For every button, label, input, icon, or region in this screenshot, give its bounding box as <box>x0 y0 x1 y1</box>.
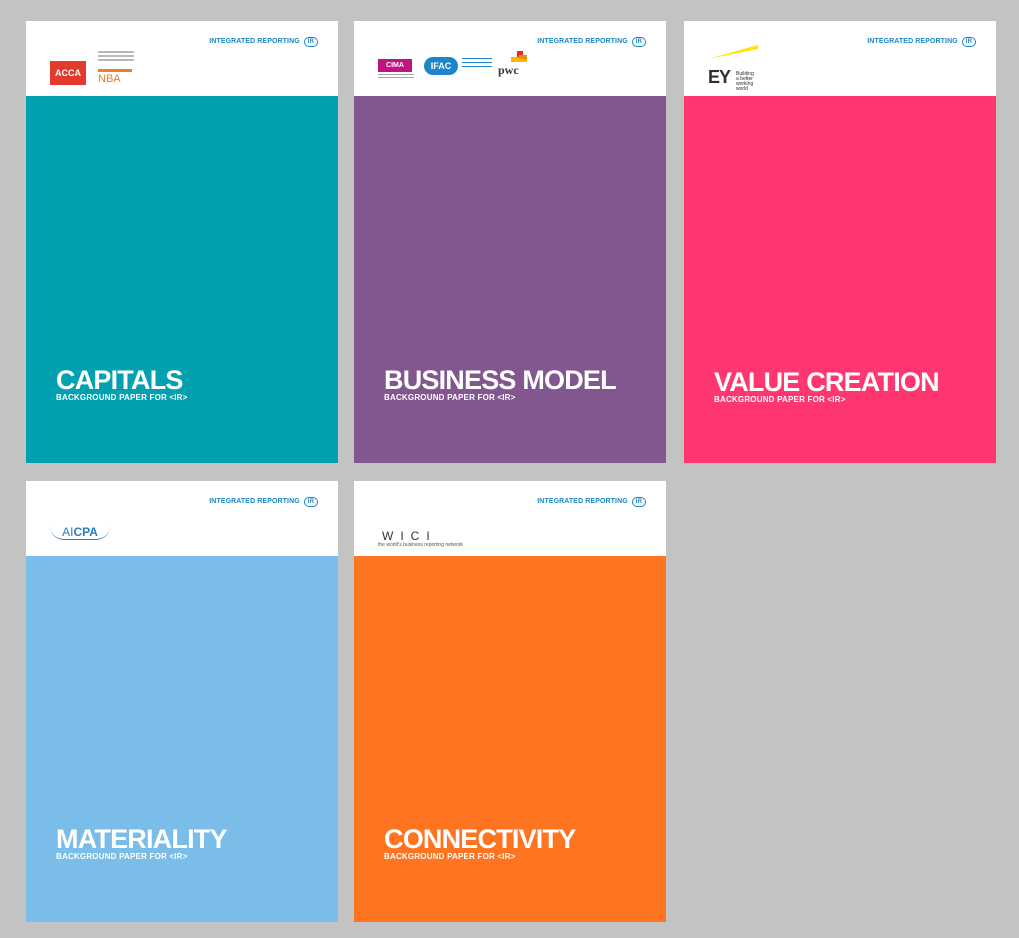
integrated-reporting-brand: INTEGRATED REPORTING IR <box>867 37 976 47</box>
integrated-reporting-brand: INTEGRATED REPORTING IR <box>537 37 646 47</box>
cover-title: BUSINESS MODEL <box>384 365 617 395</box>
cover-color-band: CAPITALS BACKGROUND PAPER FOR <IR> <box>26 96 338 463</box>
ir-mark-icon: IR <box>631 497 646 507</box>
title-block: MATERIALITY BACKGROUND PAPER FOR <IR> <box>56 825 227 861</box>
cover-subtitle: BACKGROUND PAPER FOR <IR> <box>56 393 188 402</box>
ey-beam-icon <box>708 45 758 59</box>
cover-business-model[interactable]: CIMA IFAC pwc INTEGRATED REPORTING IR BUS… <box>354 21 666 463</box>
ir-mark-icon: IR <box>303 37 318 47</box>
wici-tagline: the world's business reporting network <box>378 542 463 548</box>
cover-title: CAPITALS <box>56 365 183 395</box>
wici-logo: WICI the world's business reporting netw… <box>378 529 463 548</box>
covers-gallery: ACCA NBA INTEGRATED REPORTING IR CAPITALS… <box>8 8 1011 930</box>
integrated-reporting-brand: INTEGRATED REPORTING IR <box>209 497 318 507</box>
acca-logo: ACCA <box>50 61 86 85</box>
ir-mark-icon: IR <box>303 497 318 507</box>
pwc-mark-icon <box>511 51 527 63</box>
ir-mark-icon: IR <box>961 37 976 47</box>
ey-tagline: Building a better working world <box>736 71 754 92</box>
title-block: BUSINESS MODEL BACKGROUND PAPER FOR <IR> <box>384 365 617 402</box>
pwc-logo: pwc <box>498 63 519 77</box>
cima-fine-print <box>378 74 414 80</box>
cover-value-creation[interactable]: EY Building a better working world INTEG… <box>684 21 996 463</box>
ey-logo: EY <box>708 67 731 87</box>
ifac-fine-print <box>462 58 492 70</box>
title-block: VALUE CREATION BACKGROUND PAPER FOR <IR> <box>714 367 940 404</box>
integrated-reporting-brand: INTEGRATED REPORTING IR <box>537 497 646 507</box>
aicpa-logo: AICPA <box>50 525 110 540</box>
nba-fine-print <box>98 51 134 63</box>
cover-color-band: BUSINESS MODEL BACKGROUND PAPER FOR <IR> <box>354 96 666 463</box>
cover-capitals[interactable]: ACCA NBA INTEGRATED REPORTING IR CAPITALS… <box>26 21 338 463</box>
cover-color-band: VALUE CREATION BACKGROUND PAPER FOR <IR> <box>684 96 996 463</box>
cover-title: CONNECTIVITY <box>384 824 576 854</box>
cover-color-band: MATERIALITY BACKGROUND PAPER FOR <IR> <box>26 556 338 922</box>
cover-materiality[interactable]: AICPA INTEGRATED REPORTING IR MATERIALITY… <box>26 481 338 922</box>
ir-mark-icon: IR <box>631 37 646 47</box>
nba-logo: NBA <box>98 73 121 85</box>
cima-logo: CIMA <box>378 59 412 72</box>
integrated-reporting-brand: INTEGRATED REPORTING IR <box>209 37 318 47</box>
nba-logo-bar <box>98 69 132 72</box>
cover-title: VALUE CREATION <box>714 367 940 397</box>
title-block: CAPITALS BACKGROUND PAPER FOR <IR> <box>56 366 188 402</box>
cover-title: MATERIALITY <box>56 824 227 854</box>
title-block: CONNECTIVITY BACKGROUND PAPER FOR <IR> <box>384 824 576 861</box>
cover-connectivity[interactable]: WICI the world's business reporting netw… <box>354 481 666 922</box>
cover-color-band: CONNECTIVITY BACKGROUND PAPER FOR <IR> <box>354 556 666 922</box>
ifac-logo: IFAC <box>424 57 458 75</box>
